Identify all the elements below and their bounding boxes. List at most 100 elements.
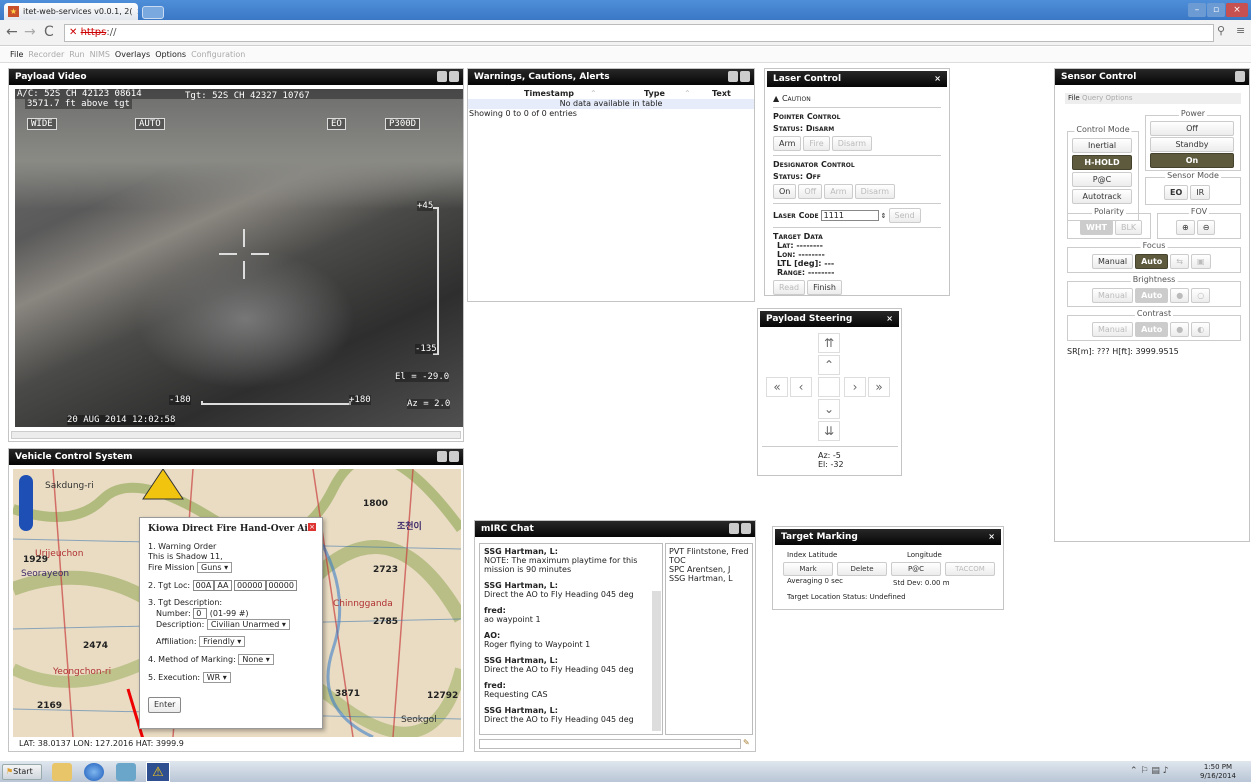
sensor-menu-query[interactable]: Query bbox=[1082, 94, 1103, 102]
power-standby-button[interactable]: Standby bbox=[1150, 137, 1234, 152]
pan-right-fast-button[interactable]: » bbox=[868, 377, 890, 397]
map-zoom-control[interactable] bbox=[19, 475, 33, 531]
number-input[interactable]: 0 bbox=[193, 608, 208, 619]
polarity-wht-button[interactable]: WHT bbox=[1080, 220, 1113, 235]
contrast-manual-button[interactable]: Manual bbox=[1092, 322, 1134, 337]
pointer-arm-button[interactable]: Arm bbox=[773, 136, 802, 151]
tgt-loc-easting[interactable]: 00000 bbox=[234, 580, 266, 591]
menu-item-nims[interactable]: NIMS bbox=[90, 47, 110, 62]
affiliation-select[interactable]: Friendly ▾ bbox=[199, 636, 246, 647]
panel-minimize-icon[interactable] bbox=[740, 71, 750, 82]
designator-off-button[interactable]: Off bbox=[798, 184, 823, 199]
panel-options-icon[interactable] bbox=[437, 451, 447, 462]
tgt-loc-zone[interactable]: 00A bbox=[192, 580, 215, 591]
mode-autotrack-button[interactable]: Autotrack bbox=[1072, 189, 1132, 204]
brightness-manual-button[interactable]: Manual bbox=[1092, 288, 1134, 303]
spinner-icon[interactable]: ⇕ bbox=[881, 212, 887, 220]
enter-button[interactable]: Enter bbox=[148, 697, 182, 713]
menu-item-recorder[interactable]: Recorder bbox=[28, 47, 64, 62]
sensor-menu-file[interactable]: File bbox=[1068, 94, 1080, 102]
tilt-down-button[interactable]: ⌄ bbox=[818, 399, 840, 419]
panel-minimize-icon[interactable] bbox=[449, 451, 459, 462]
tray-icons[interactable]: ⌃ ⚐ ▤ ♪ bbox=[1130, 766, 1168, 776]
app-icon[interactable] bbox=[116, 763, 136, 781]
focus-auto-button[interactable]: Auto bbox=[1135, 254, 1169, 269]
video-scrollbar[interactable] bbox=[11, 431, 461, 439]
contrast-up-icon[interactable]: ● bbox=[1170, 322, 1190, 337]
pan-right-button[interactable]: › bbox=[844, 377, 866, 397]
designator-arm-button[interactable]: Arm bbox=[824, 184, 853, 199]
folder-icon[interactable] bbox=[52, 763, 72, 781]
tilt-up-button[interactable]: ⌃ bbox=[818, 355, 840, 375]
power-off-button[interactable]: Off bbox=[1150, 121, 1234, 136]
sensor-menu-options[interactable]: Options bbox=[1105, 94, 1132, 102]
video-feed[interactable]: A/C: 52S CH 42123 08614 Tgt: 52S CH 4232… bbox=[15, 89, 463, 427]
focus-near-icon[interactable]: ⇆ bbox=[1170, 254, 1189, 269]
minimize-button[interactable]: – bbox=[1188, 3, 1206, 17]
new-tab-button[interactable] bbox=[142, 6, 164, 19]
col-type[interactable]: Type bbox=[644, 89, 665, 98]
laser-code-input[interactable]: 1111 bbox=[820, 210, 879, 221]
panel-options-icon[interactable] bbox=[728, 71, 738, 82]
url-field[interactable]: ✕ https:// bbox=[64, 24, 1214, 42]
brightness-down-icon[interactable]: ○ bbox=[1191, 288, 1211, 303]
panel-minimize-icon[interactable] bbox=[741, 523, 751, 534]
menu-item-configuration[interactable]: Configuration bbox=[191, 47, 245, 62]
delete-button[interactable]: Delete bbox=[837, 562, 887, 576]
zoom-in-icon[interactable]: ⊕ bbox=[1176, 220, 1195, 235]
taccom-button[interactable]: TACCOM bbox=[945, 562, 995, 576]
brightness-up-icon[interactable]: ● bbox=[1170, 288, 1190, 303]
execution-select[interactable]: WR ▾ bbox=[202, 672, 231, 683]
close-icon[interactable]: × bbox=[934, 71, 941, 87]
fire-mission-select[interactable]: Guns ▾ bbox=[197, 562, 233, 573]
panel-options-icon[interactable] bbox=[729, 523, 739, 534]
mark-button[interactable]: Mark bbox=[783, 562, 833, 576]
tilt-down-fast-button[interactable]: ⇊ bbox=[818, 421, 840, 441]
steering-center[interactable] bbox=[818, 377, 840, 397]
tgt-loc-northing[interactable]: 00000 bbox=[265, 580, 297, 591]
pointer-fire-button[interactable]: Fire bbox=[803, 136, 830, 151]
maximize-button[interactable]: ▫ bbox=[1207, 3, 1225, 17]
menu-icon[interactable]: ≡ bbox=[1236, 24, 1245, 37]
chat-input[interactable] bbox=[479, 739, 741, 749]
chat-user[interactable]: SSG Hartman, L bbox=[669, 574, 749, 583]
description-select[interactable]: Civilian Unarmed ▾ bbox=[206, 619, 290, 630]
contrast-down-icon[interactable]: ◐ bbox=[1191, 322, 1211, 337]
tilt-up-fast-button[interactable]: ⇈ bbox=[818, 333, 840, 353]
pan-left-button[interactable]: ‹ bbox=[790, 377, 812, 397]
menu-item-run[interactable]: Run bbox=[69, 47, 84, 62]
reload-icon[interactable]: C bbox=[44, 24, 54, 40]
chat-scrollbar[interactable] bbox=[652, 591, 661, 731]
power-on-button[interactable]: On bbox=[1150, 153, 1234, 168]
mode-inertial-button[interactable]: Inertial bbox=[1072, 138, 1132, 153]
brightness-auto-button[interactable]: Auto bbox=[1135, 288, 1169, 303]
designator-on-button[interactable]: On bbox=[773, 184, 797, 199]
menu-item-options[interactable]: Options bbox=[155, 47, 186, 62]
dialog-close-icon[interactable]: × bbox=[308, 523, 316, 531]
panel-options-icon[interactable] bbox=[437, 71, 447, 82]
menu-item-overlays[interactable]: Overlays bbox=[115, 47, 150, 62]
panel-minimize-icon[interactable] bbox=[449, 71, 459, 82]
map[interactable]: 조천이 Urijeuchon Chinngganda Seorayeon 192… bbox=[13, 469, 461, 737]
start-button[interactable]: ⚑Start bbox=[2, 764, 42, 780]
polarity-blk-button[interactable]: BLK bbox=[1114, 220, 1143, 235]
browser-icon[interactable] bbox=[84, 763, 104, 781]
col-text[interactable]: Text bbox=[712, 89, 731, 98]
contrast-auto-button[interactable]: Auto bbox=[1135, 322, 1169, 337]
chat-log[interactable]: SSG Hartman, L: NOTE: The maximum playtim… bbox=[479, 543, 663, 735]
focus-manual-button[interactable]: Manual bbox=[1092, 254, 1134, 269]
pan-left-fast-button[interactable]: « bbox=[766, 377, 788, 397]
sensor-ir-button[interactable]: IR bbox=[1190, 185, 1211, 200]
chat-user[interactable]: TOC bbox=[669, 556, 749, 565]
laser-code-send-button[interactable]: Send bbox=[888, 208, 921, 223]
mode-pac-button[interactable]: P@C bbox=[1072, 172, 1132, 187]
chat-user[interactable]: PVT Flintstone, Fred bbox=[669, 547, 749, 556]
send-icon[interactable]: ✎ bbox=[743, 738, 750, 747]
chat-user[interactable]: SPC Arentsen, J bbox=[669, 565, 749, 574]
zoom-out-icon[interactable]: ⊖ bbox=[1196, 220, 1216, 235]
pointer-disarm-button[interactable]: Disarm bbox=[831, 136, 873, 151]
menu-item-file[interactable]: File bbox=[10, 47, 23, 62]
panel-minimize-icon[interactable] bbox=[1235, 71, 1245, 82]
browser-tab[interactable]: ★ itet-web-services v0.0.1, 2( × bbox=[4, 3, 138, 20]
tgt-loc-grid[interactable]: AA bbox=[214, 580, 232, 591]
